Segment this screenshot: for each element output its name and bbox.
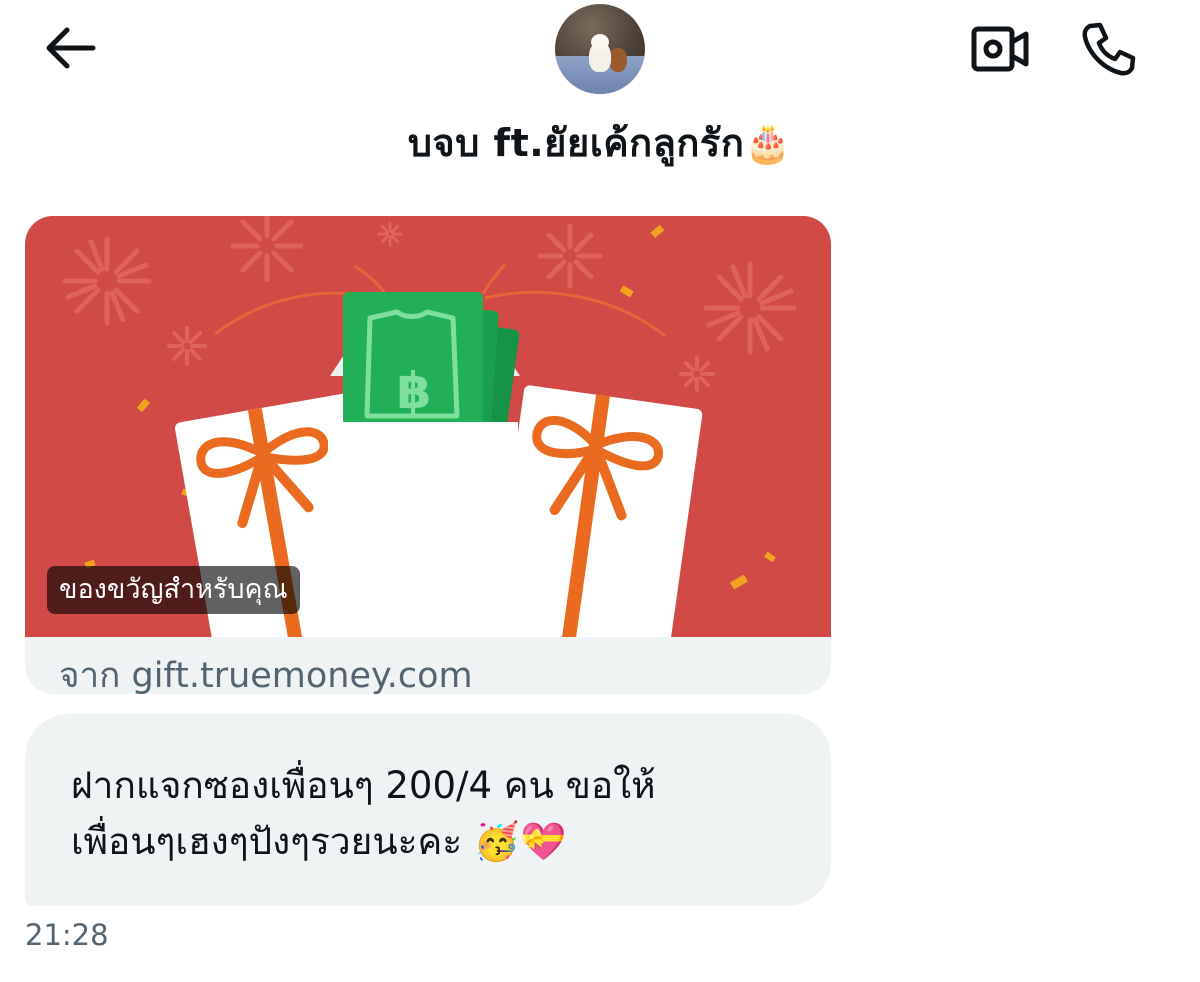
message-line-1: ฝากแจกซองเพื่อนๆ 200/4 คน ขอให้ (71, 764, 656, 807)
cake-emoji-icon: 🎂 (744, 121, 793, 165)
arrow-left-icon (46, 27, 96, 69)
link-preview-card[interactable]: ฿ ของขวัญสำหรับคุณ จาก gift.truemoney.co… (25, 216, 831, 694)
avatar[interactable] (555, 4, 645, 94)
video-call-button[interactable] (966, 20, 1034, 78)
video-camera-icon (971, 26, 1029, 72)
gift-banner-image: ฿ ของขวัญสำหรับคุณ (25, 216, 831, 637)
title-text: บจบ ft.ยัยเค้กลูกรัก (407, 121, 745, 165)
gift-tag-label: ของขวัญสำหรับคุณ (47, 566, 300, 614)
message-line-2: เพื่อนๆเฮงๆปังๆรวยนะคะ 🥳💝 (71, 820, 567, 863)
back-button[interactable] (38, 20, 100, 76)
message-timestamp: 21:28 (25, 918, 109, 952)
link-source: จาก gift.truemoney.com (59, 656, 473, 694)
phone-icon (1082, 22, 1136, 76)
voice-call-button[interactable] (1078, 18, 1140, 80)
message-bubble[interactable]: ฝากแจกซองเพื่อนๆ 200/4 คน ขอให้ เพื่อนๆเ… (25, 714, 831, 906)
conversation-header: บจบ ft.ยัยเค้กลูกรัก🎂 (0, 0, 1200, 190)
conversation-title[interactable]: บจบ ft.ยัยเค้กลูกรัก🎂 (0, 112, 1200, 173)
